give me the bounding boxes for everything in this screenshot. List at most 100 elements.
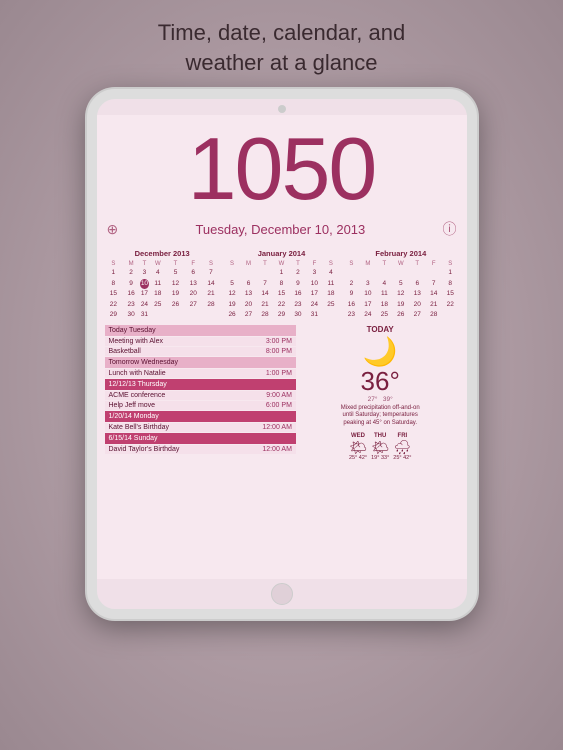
cal-day-cell[interactable]: 12 xyxy=(224,289,240,299)
cal-day-cell[interactable]: 30 xyxy=(290,310,306,320)
event-row[interactable]: Basketball8:00 PM xyxy=(105,347,296,356)
cal-day-cell[interactable]: 5 xyxy=(393,279,409,289)
cal-day-cell[interactable]: 15 xyxy=(273,289,289,299)
cal-day-cell[interactable]: 3 xyxy=(140,268,149,278)
cal-day-cell[interactable]: 24 xyxy=(360,310,376,320)
cal-day-cell[interactable]: 19 xyxy=(224,300,240,310)
cal-day-cell[interactable]: 13 xyxy=(184,279,202,289)
cal-day-cell[interactable]: 18 xyxy=(323,289,340,299)
cal-day-cell[interactable]: 7 xyxy=(257,279,273,289)
cal-day-cell[interactable]: 21 xyxy=(202,289,220,299)
cal-day-cell[interactable]: 13 xyxy=(240,289,256,299)
cal-day-cell[interactable]: 8 xyxy=(273,279,289,289)
cal-day-cell[interactable]: 10 xyxy=(360,289,376,299)
cal-day-cell[interactable]: 6 xyxy=(409,279,425,289)
cal-day-cell[interactable]: 21 xyxy=(426,300,442,310)
cal-day-cell[interactable]: 14 xyxy=(202,279,220,289)
cal-day-cell[interactable]: 15 xyxy=(442,289,459,299)
cal-day-cell[interactable]: 15 xyxy=(105,289,123,299)
cal-day-cell[interactable]: 26 xyxy=(167,300,185,310)
cal-day-cell[interactable]: 12 xyxy=(393,289,409,299)
cal-day-cell[interactable]: 25 xyxy=(149,300,167,310)
cal-day-cell[interactable]: 9 xyxy=(290,279,306,289)
cal-day-cell[interactable]: 19 xyxy=(393,300,409,310)
cal-day-cell[interactable]: 11 xyxy=(149,279,167,289)
cal-day-cell[interactable]: 4 xyxy=(376,279,392,289)
cal-day-cell[interactable]: 24 xyxy=(140,300,149,310)
cal-day-cell[interactable]: 2 xyxy=(290,268,306,278)
cal-day-cell[interactable]: 23 xyxy=(122,300,140,310)
cal-day-cell[interactable]: 30 xyxy=(122,310,140,320)
cal-day-cell[interactable]: 5 xyxy=(224,279,240,289)
cal-day-cell[interactable]: 4 xyxy=(149,268,167,278)
cal-day-cell[interactable]: 24 xyxy=(306,300,322,310)
cal-day-cell[interactable]: 28 xyxy=(257,310,273,320)
cal-day-cell[interactable]: 20 xyxy=(240,300,256,310)
cal-day-cell[interactable]: 26 xyxy=(224,310,240,320)
cal-day-cell[interactable]: 11 xyxy=(376,289,392,299)
cal-day-cell[interactable]: 18 xyxy=(376,300,392,310)
cal-day-cell[interactable]: 3 xyxy=(360,279,376,289)
cal-day-cell[interactable]: 18 xyxy=(149,289,167,299)
cal-day-cell[interactable]: 25 xyxy=(323,300,340,310)
cal-day-cell[interactable]: 9 xyxy=(122,279,140,289)
cal-day-cell[interactable]: 14 xyxy=(257,289,273,299)
cal-day-cell[interactable]: 13 xyxy=(409,289,425,299)
cal-day-cell[interactable]: 16 xyxy=(122,289,140,299)
cal-day-cell[interactable]: 17 xyxy=(360,300,376,310)
cal-day-cell[interactable]: 19 xyxy=(167,289,185,299)
cal-day-cell[interactable]: 6 xyxy=(184,268,202,278)
cal-day-cell[interactable]: 4 xyxy=(323,268,340,278)
event-row[interactable]: Lunch with Natalie1:00 PM xyxy=(105,369,296,378)
event-row[interactable]: David Taylor's Birthday12:00 AM xyxy=(105,445,296,454)
cal-day-cell[interactable]: 5 xyxy=(167,268,185,278)
cal-day-cell[interactable]: 6 xyxy=(240,279,256,289)
cal-day-cell[interactable]: 29 xyxy=(105,310,123,320)
cal-day-cell[interactable]: 17 xyxy=(140,289,149,299)
plus-icon[interactable]: ⊕ xyxy=(107,221,119,238)
cal-day-cell[interactable]: 22 xyxy=(273,300,289,310)
cal-day-cell[interactable]: 23 xyxy=(290,300,306,310)
cal-day-cell[interactable]: 27 xyxy=(184,300,202,310)
cal-day-cell[interactable]: 1 xyxy=(442,268,459,278)
event-row[interactable]: Help Jeff move6:00 PM xyxy=(105,401,296,410)
cal-day-cell[interactable]: 26 xyxy=(393,310,409,320)
info-icon[interactable]: ⓘ xyxy=(443,219,457,239)
cal-day-cell[interactable]: 14 xyxy=(426,289,442,299)
cal-day-cell[interactable]: 2 xyxy=(343,279,359,289)
cal-day-cell[interactable]: 25 xyxy=(376,310,392,320)
cal-day-cell[interactable]: 28 xyxy=(426,310,442,320)
cal-day-cell[interactable]: 23 xyxy=(343,310,359,320)
cal-day-cell[interactable]: 21 xyxy=(257,300,273,310)
cal-day-cell[interactable]: 17 xyxy=(306,289,322,299)
cal-day-cell[interactable]: 1 xyxy=(273,268,289,278)
cal-day-cell[interactable]: 22 xyxy=(442,300,459,310)
event-row[interactable]: Meeting with Alex3:00 PM xyxy=(105,337,296,346)
cal-day-cell[interactable]: 27 xyxy=(409,310,425,320)
cal-day-cell[interactable]: 31 xyxy=(306,310,322,320)
cal-day-cell[interactable]: 2 xyxy=(122,268,140,278)
cal-day-cell[interactable]: 28 xyxy=(202,300,220,310)
cal-day-cell[interactable]: 16 xyxy=(343,300,359,310)
cal-day-cell[interactable]: 20 xyxy=(409,300,425,310)
cal-day-cell[interactable]: 10 xyxy=(140,279,149,289)
cal-day-cell[interactable]: 7 xyxy=(426,279,442,289)
cal-day-cell[interactable]: 11 xyxy=(323,279,340,289)
cal-day-cell[interactable]: 29 xyxy=(273,310,289,320)
cal-day-cell[interactable]: 27 xyxy=(240,310,256,320)
cal-day-cell[interactable]: 16 xyxy=(290,289,306,299)
cal-day-cell[interactable]: 9 xyxy=(343,289,359,299)
cal-day-cell[interactable]: 3 xyxy=(306,268,322,278)
cal-day-cell[interactable]: 20 xyxy=(184,289,202,299)
cal-day-cell[interactable]: 8 xyxy=(442,279,459,289)
cal-day-cell[interactable]: 31 xyxy=(140,310,149,320)
cal-day-cell[interactable]: 1 xyxy=(105,268,123,278)
cal-day-cell[interactable]: 8 xyxy=(105,279,123,289)
ipad-home-button[interactable] xyxy=(271,583,293,605)
cal-day-cell[interactable]: 10 xyxy=(306,279,322,289)
cal-day-cell[interactable]: 7 xyxy=(202,268,220,278)
event-row[interactable]: Kate Bell's Birthday12:00 AM xyxy=(105,423,296,432)
cal-day-cell[interactable]: 12 xyxy=(167,279,185,289)
event-row[interactable]: ACME conference9:00 AM xyxy=(105,391,296,400)
cal-day-cell[interactable]: 22 xyxy=(105,300,123,310)
